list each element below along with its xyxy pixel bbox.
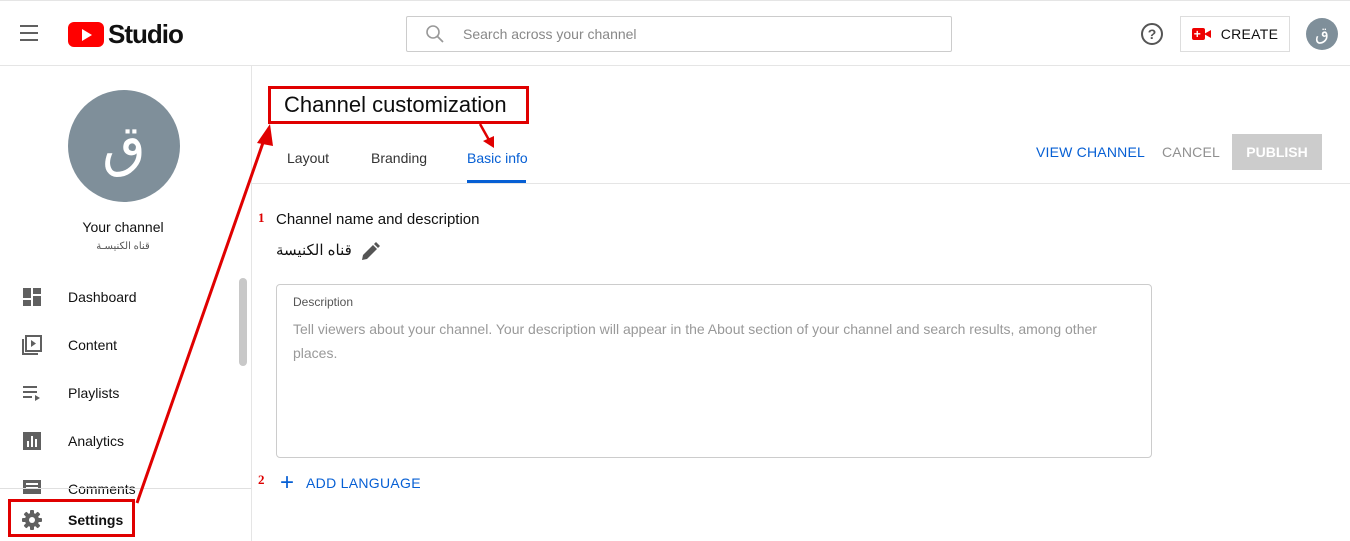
channel-name-value: قناه الكنيسة — [276, 242, 352, 259]
logo-text: Studio — [108, 18, 184, 49]
plus-icon: + — [280, 469, 295, 496]
annotation-arrowhead — [257, 124, 273, 146]
create-button-label: CREATE — [1220, 26, 1279, 42]
sidebar-item-analytics[interactable]: Analytics — [0, 417, 236, 465]
tab-layout[interactable]: Layout — [287, 150, 329, 166]
sidebar-item-label: Content — [68, 337, 118, 353]
sidebar-item-content[interactable]: Content — [0, 321, 236, 369]
annotation-step-2: 2 — [258, 472, 265, 487]
sidebar-item-playlists[interactable]: Playlists — [0, 369, 236, 417]
search-bar[interactable] — [406, 16, 952, 52]
sidebar-scrollbar[interactable] — [239, 278, 247, 366]
sidebar-divider — [0, 488, 251, 489]
add-language-label: ADD LANGUAGE — [306, 475, 421, 491]
create-button[interactable]: + CREATE — [1180, 16, 1290, 52]
sidebar-item-dashboard[interactable]: Dashboard — [0, 273, 236, 321]
tabs-divider — [252, 183, 1350, 184]
tab-branding[interactable]: Branding — [371, 150, 427, 166]
youtube-play-icon — [68, 21, 104, 47]
description-label: Description — [293, 295, 354, 309]
view-channel-button[interactable]: VIEW CHANNEL — [1036, 144, 1145, 160]
description-placeholder: Tell viewers about your channel. Your de… — [293, 321, 1097, 361]
dashboard-icon — [22, 287, 42, 307]
add-language-button[interactable]: + ADD LANGUAGE — [280, 469, 421, 496]
search-input[interactable] — [463, 26, 951, 42]
sidebar-item-label: Playlists — [68, 385, 120, 401]
help-icon[interactable]: ? — [1141, 23, 1163, 45]
sidebar: ق Your channel قناه الكنيسـة Dashboard C… — [0, 66, 252, 541]
sidebar-item-label: Comments — [68, 481, 136, 497]
description-textarea[interactable]: Description Tell viewers about your chan… — [276, 284, 1152, 458]
studio-logo[interactable]: Studio — [68, 18, 184, 49]
annotation-step-1: 1 — [258, 210, 265, 225]
sidebar-item-label: Dashboard — [68, 289, 137, 305]
annotation-title-box — [268, 86, 529, 124]
section-title: Channel name and description — [276, 211, 480, 228]
sidebar-item-label: Analytics — [68, 433, 125, 449]
analytics-icon — [22, 431, 42, 451]
cancel-button[interactable]: CANCEL — [1162, 144, 1220, 160]
channel-avatar[interactable]: ق — [68, 90, 180, 202]
search-icon — [407, 24, 463, 44]
video-camera-plus-icon: + — [1191, 27, 1212, 41]
annotation-arrow-title-to-tab — [478, 123, 491, 141]
annotation-arrowhead — [483, 136, 494, 148]
hamburger-menu-icon[interactable] — [20, 25, 44, 43]
publish-button[interactable]: PUBLISH — [1232, 134, 1322, 170]
pencil-edit-icon[interactable] — [360, 242, 380, 262]
annotation-settings-box — [8, 499, 135, 537]
playlists-icon — [22, 383, 42, 403]
content-icon — [22, 335, 42, 355]
account-avatar[interactable]: ق — [1306, 18, 1338, 50]
top-bar: Studio ? + CREATE ق — [0, 0, 1350, 66]
tab-basic-info[interactable]: Basic info — [467, 150, 528, 166]
channel-name-subtitle: قناه الكنيسـة — [96, 241, 150, 252]
your-channel-heading: Your channel — [82, 219, 164, 235]
